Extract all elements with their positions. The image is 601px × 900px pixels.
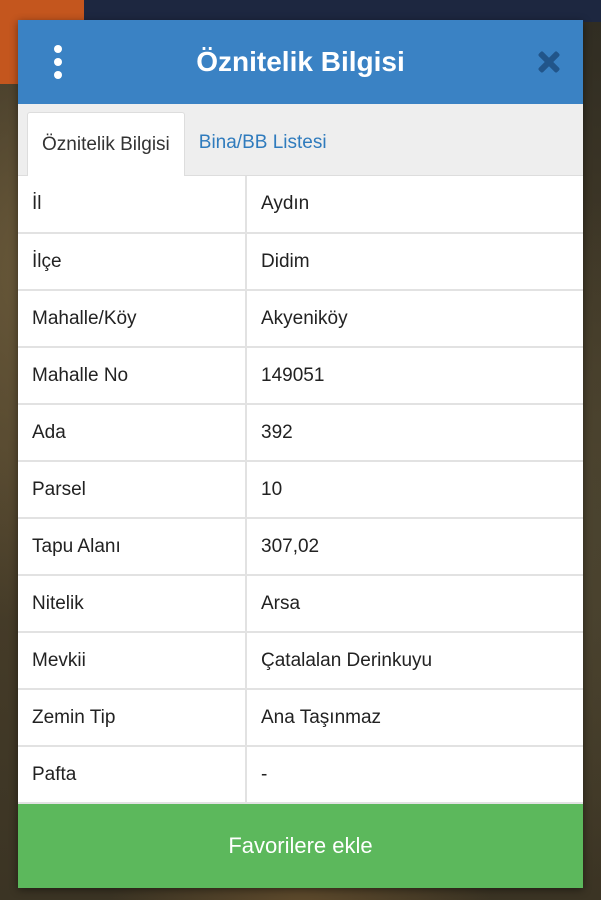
table-row: Tapu Alanı 307,02 <box>18 518 583 576</box>
row-value: Arsa <box>246 575 583 633</box>
table-row: Mahalle/Köy Akyeniköy <box>18 290 583 348</box>
row-label: İlçe <box>18 233 247 291</box>
table-row: Zemin Tip Ana Taşınmaz <box>18 689 583 747</box>
add-to-favorites-button[interactable]: Favorilere ekle <box>18 804 583 888</box>
attribute-dialog: Öznitelik Bilgisi Öznitelik Bilgisi Bina… <box>18 20 583 888</box>
row-label: Mahalle No <box>18 347 247 405</box>
row-value: - <box>246 746 583 804</box>
table-row: Ada 392 <box>18 404 583 462</box>
row-value: Ana Taşınmaz <box>246 689 583 747</box>
row-value: 307,02 <box>246 518 583 576</box>
table-row: İl Aydın <box>18 176 583 234</box>
row-label: Pafta <box>18 746 247 804</box>
row-label: Mevkii <box>18 632 247 690</box>
row-value: Akyeniköy <box>246 290 583 348</box>
row-label: Ada <box>18 404 247 462</box>
row-value: 149051 <box>246 347 583 405</box>
tab-attribute-info[interactable]: Öznitelik Bilgisi <box>27 112 185 176</box>
row-value: Didim <box>246 233 583 291</box>
row-label: Tapu Alanı <box>18 518 247 576</box>
dialog-title: Öznitelik Bilgisi <box>196 46 405 77</box>
vertical-dots-icon[interactable] <box>42 42 74 82</box>
table-row: Mahalle No 149051 <box>18 347 583 405</box>
attribute-table-container: İl Aydın İlçe Didim Mahalle/Köy Akyenikö… <box>18 176 583 804</box>
table-row: Nitelik Arsa <box>18 575 583 633</box>
close-icon[interactable] <box>535 48 563 76</box>
table-row: Pafta - <box>18 746 583 804</box>
attribute-table: İl Aydın İlçe Didim Mahalle/Köy Akyenikö… <box>18 176 583 804</box>
tab-bar: Öznitelik Bilgisi Bina/BB Listesi <box>18 104 583 176</box>
row-value: 392 <box>246 404 583 462</box>
tab-building-list[interactable]: Bina/BB Listesi <box>185 111 341 175</box>
table-row: İlçe Didim <box>18 233 583 291</box>
row-value: Aydın <box>246 176 583 234</box>
table-row: Mevkii Çatalalan Derinkuyu <box>18 632 583 690</box>
row-value: 10 <box>246 461 583 519</box>
row-label: İl <box>18 176 247 234</box>
background-navy-bar <box>84 0 601 22</box>
row-label: Nitelik <box>18 575 247 633</box>
row-value: Çatalalan Derinkuyu <box>246 632 583 690</box>
dialog-header: Öznitelik Bilgisi <box>18 20 583 104</box>
row-label: Zemin Tip <box>18 689 247 747</box>
table-row: Parsel 10 <box>18 461 583 519</box>
row-label: Mahalle/Köy <box>18 290 247 348</box>
row-label: Parsel <box>18 461 247 519</box>
